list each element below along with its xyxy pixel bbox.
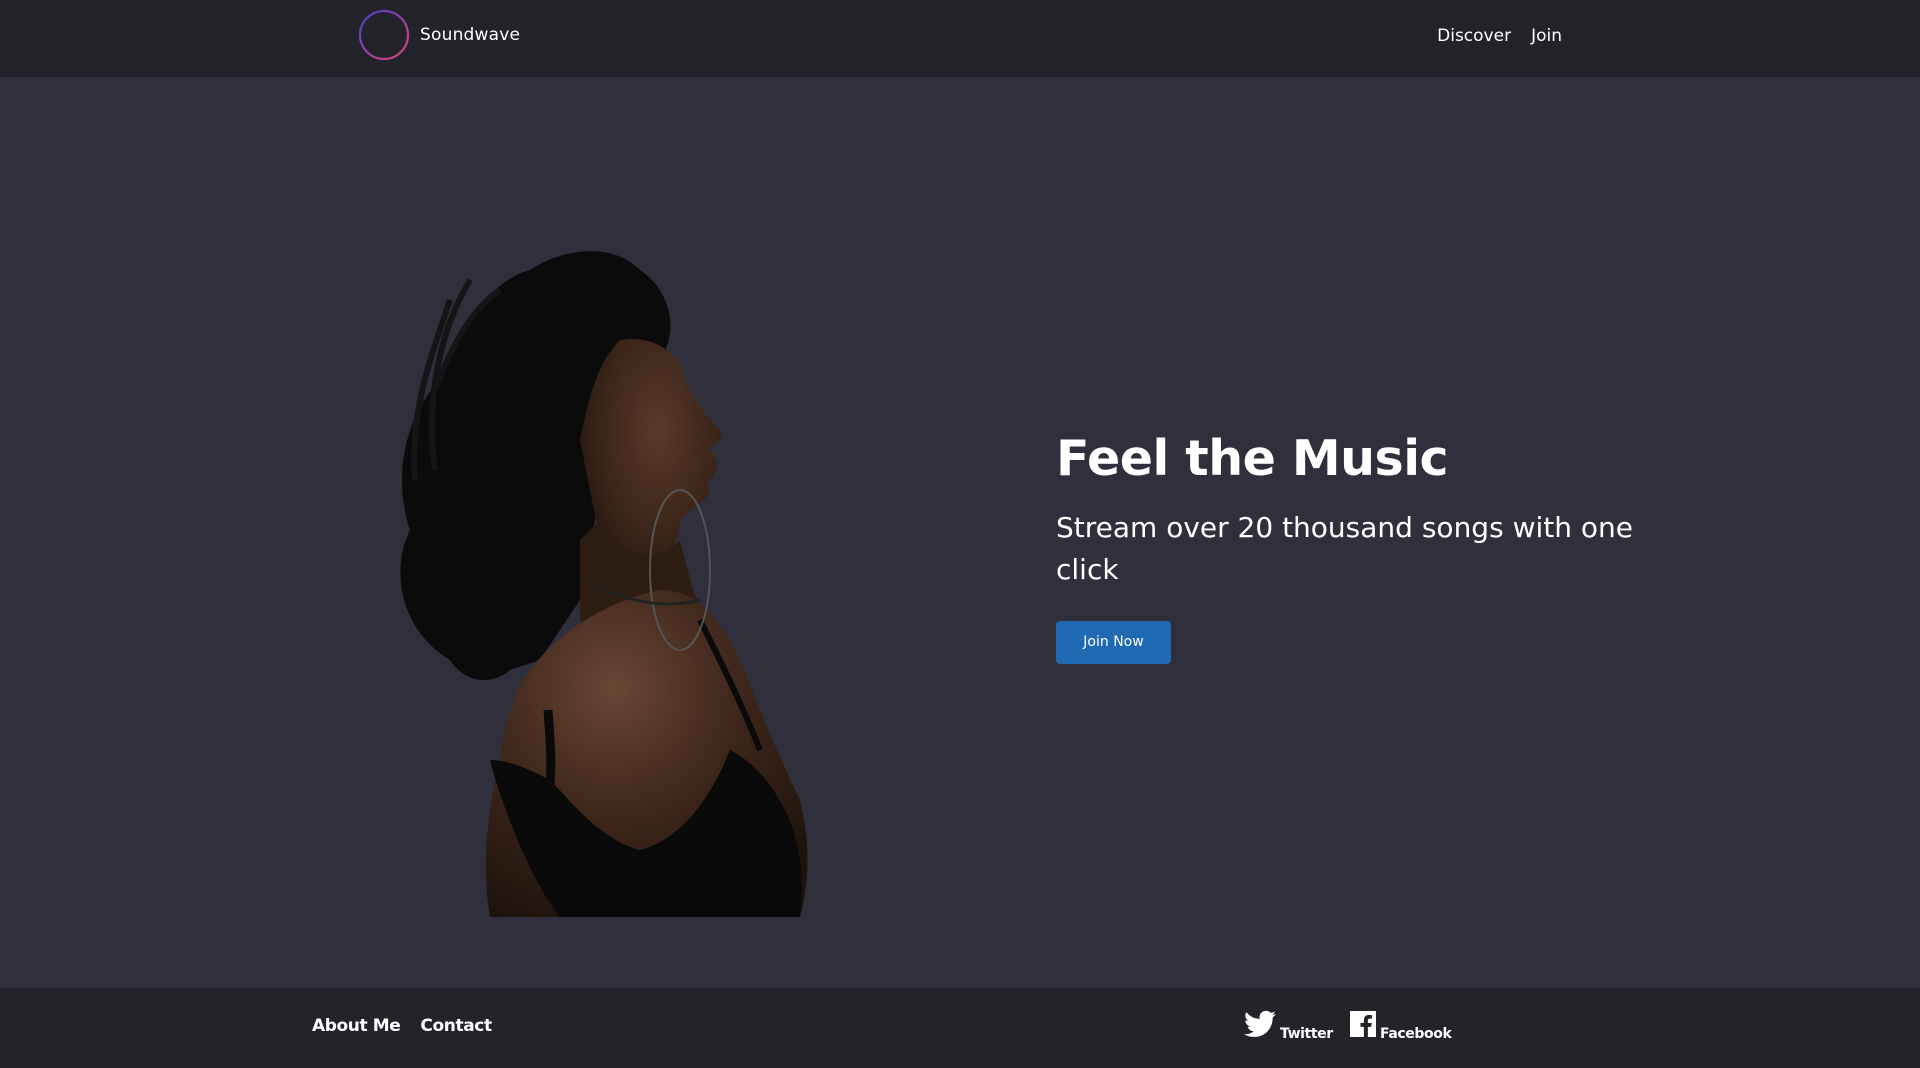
nav-discover-link[interactable]: Discover <box>1437 26 1511 46</box>
nav-join-link[interactable]: Join <box>1531 26 1562 46</box>
footer-contact-link[interactable]: Contact <box>420 1016 492 1036</box>
site-header: Soundwave Discover Join <box>0 0 1920 77</box>
top-nav: Discover Join <box>1437 26 1562 46</box>
brand-link[interactable]: Soundwave <box>358 9 520 61</box>
facebook-icon <box>1350 1011 1376 1037</box>
woman-listening-illustration <box>400 251 808 917</box>
twitter-label: Twitter <box>1280 1026 1333 1042</box>
footer-nav: About Me Contact <box>312 1016 492 1036</box>
facebook-link[interactable]: Facebook <box>1350 1010 1452 1042</box>
join-now-button[interactable]: Join Now <box>1056 620 1171 664</box>
soundwave-logo-icon <box>358 9 410 61</box>
facebook-label: Facebook <box>1380 1026 1452 1042</box>
footer-about-me-link[interactable]: About Me <box>312 1016 401 1036</box>
hero-title: Feel the Music <box>1056 430 1449 487</box>
hero-text-block: Feel the Music Stream over 20 thousand s… <box>1056 430 1656 664</box>
twitter-link[interactable]: Twitter <box>1244 1010 1333 1042</box>
site-footer: About Me Contact Twitter Facebook <box>0 988 1920 1068</box>
hero-image <box>380 240 900 917</box>
brand-name: Soundwave <box>420 25 521 45</box>
twitter-icon <box>1244 1010 1276 1037</box>
hero-subtitle: Stream over 20 thousand songs with one c… <box>1056 510 1633 586</box>
